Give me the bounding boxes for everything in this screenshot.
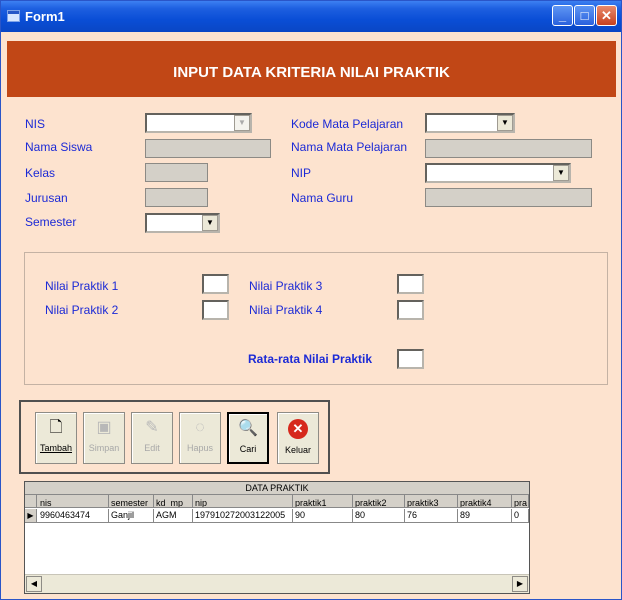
- hapus-button[interactable]: ◌ Hapus: [179, 412, 221, 464]
- title-bar[interactable]: Form1 _ □ ✕: [1, 1, 621, 32]
- kelas-field[interactable]: [145, 163, 208, 182]
- nama-siswa-label: Nama Siswa: [25, 140, 93, 154]
- save-disk-icon: ▣: [96, 419, 112, 436]
- column-header[interactable]: praktik4: [458, 495, 512, 507]
- column-header[interactable]: praktik2: [353, 495, 405, 507]
- maximize-icon[interactable]: □: [574, 5, 595, 26]
- column-header[interactable]: praktik3: [405, 495, 458, 507]
- nama-guru-label: Nama Guru: [291, 191, 354, 205]
- semester-combo[interactable]: ▼: [145, 213, 220, 233]
- nama-guru-field[interactable]: [425, 188, 592, 207]
- kode-mp-combo[interactable]: ▼: [425, 113, 515, 133]
- cari-button[interactable]: 🔍 Cari: [227, 412, 269, 464]
- jurusan-label: Jurusan: [25, 191, 68, 205]
- praktik4-label: Nilai Praktik 4: [249, 303, 323, 317]
- form-header: INPUT DATA KRITERIA NILAI PRAKTIK: [7, 41, 616, 97]
- praktik3-label: Nilai Praktik 3: [249, 279, 323, 293]
- new-document-icon: 🗋: [49, 419, 63, 436]
- nis-combo[interactable]: ▼: [145, 113, 252, 133]
- column-header[interactable]: nis: [38, 495, 109, 507]
- simpan-button[interactable]: ▣ Simpan: [83, 412, 125, 464]
- tambah-button[interactable]: 🗋 Tambah: [35, 412, 77, 464]
- grid-cell[interactable]: 9960463474: [38, 509, 109, 522]
- semester-label: Semester: [25, 215, 77, 229]
- nama-siswa-field[interactable]: [145, 139, 271, 158]
- rata-rata-label: Rata-rata Nilai Praktik: [248, 352, 373, 366]
- chevron-down-icon[interactable]: ▼: [497, 115, 513, 131]
- grid-cell[interactable]: AGM: [154, 509, 193, 522]
- data-praktik-grid[interactable]: DATA PRAKTIK nis semester kd_mp nip prak…: [24, 481, 530, 594]
- nip-label: NIP: [291, 166, 312, 180]
- rata-rata-field[interactable]: [397, 349, 424, 369]
- grid-header-row: nis semester kd_mp nip praktik1 praktik2…: [25, 495, 529, 508]
- horizontal-scrollbar[interactable]: ◀ ▶: [25, 574, 529, 593]
- grid-cell[interactable]: 0: [512, 509, 529, 522]
- kode-mp-label: Kode Mata Pelajaran: [291, 117, 404, 131]
- table-row[interactable]: ▶ 9960463474 Ganjil AGM 1979102720031220…: [25, 509, 529, 523]
- grid-cell[interactable]: 89: [458, 509, 512, 522]
- close-icon[interactable]: ✕: [596, 5, 617, 26]
- nama-mp-label: Nama Mata Pelajaran: [291, 140, 408, 154]
- praktik3-field[interactable]: [397, 274, 424, 294]
- scroll-right-icon[interactable]: ▶: [512, 576, 528, 592]
- form-icon: [7, 10, 20, 22]
- grid-cell[interactable]: 80: [353, 509, 405, 522]
- edit-button[interactable]: ✎ Edit: [131, 412, 173, 464]
- nama-mp-field[interactable]: [425, 139, 592, 158]
- grid-cell[interactable]: 76: [405, 509, 458, 522]
- column-header[interactable]: nip: [193, 495, 293, 507]
- jurusan-field[interactable]: [145, 188, 208, 207]
- chevron-down-icon[interactable]: ▼: [553, 165, 569, 181]
- kelas-label: Kelas: [25, 166, 56, 180]
- window-title: Form1: [25, 9, 65, 24]
- column-header[interactable]: praktik1: [293, 495, 353, 507]
- column-header[interactable]: pra: [512, 495, 529, 507]
- column-header[interactable]: semester: [109, 495, 154, 507]
- nis-label: NIS: [25, 117, 46, 131]
- minimize-icon[interactable]: _: [552, 5, 573, 26]
- praktik2-field[interactable]: [202, 300, 229, 320]
- exit-x-icon: ✕: [288, 419, 308, 439]
- chevron-down-icon[interactable]: ▼: [234, 115, 250, 131]
- grid-caption: DATA PRAKTIK: [25, 482, 529, 495]
- edit-pencil-icon: ✎: [145, 419, 159, 436]
- grid-cell[interactable]: 90: [293, 509, 353, 522]
- action-toolbar: 🗋 Tambah ▣ Simpan ✎ Edit ◌ Hapus 🔍 Cari …: [19, 400, 330, 474]
- praktik1-label: Nilai Praktik 1: [45, 279, 119, 293]
- grid-cell[interactable]: 197910272003122005: [193, 509, 293, 522]
- keluar-button[interactable]: ✕ Keluar: [277, 412, 319, 464]
- praktik1-field[interactable]: [202, 274, 229, 294]
- magnifier-icon: 🔍: [238, 420, 258, 437]
- scroll-left-icon[interactable]: ◀: [26, 576, 42, 592]
- row-indicator-icon: ▶: [25, 509, 37, 522]
- praktik4-field[interactable]: [397, 300, 424, 320]
- column-header[interactable]: kd_mp: [154, 495, 193, 507]
- delete-icon: ◌: [195, 419, 205, 436]
- praktik2-label: Nilai Praktik 2: [45, 303, 119, 317]
- form-window: Form1 _ □ ✕ INPUT DATA KRITERIA NILAI PR…: [0, 0, 622, 600]
- grid-cell[interactable]: Ganjil: [109, 509, 154, 522]
- nip-combo[interactable]: ▼: [425, 163, 571, 183]
- chevron-down-icon[interactable]: ▼: [202, 215, 218, 231]
